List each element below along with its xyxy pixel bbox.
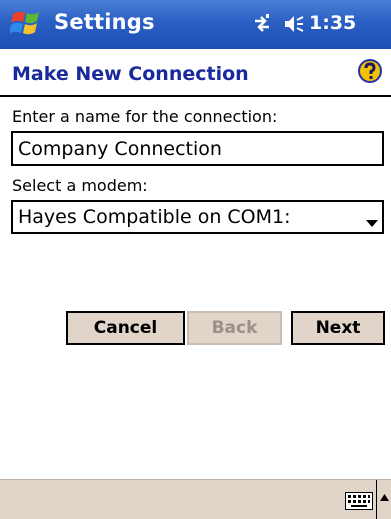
next-button[interactable]: Next — [291, 311, 385, 345]
back-button[interactable]: Back — [187, 311, 282, 345]
page-header: Make New Connection — [0, 49, 391, 97]
connectivity-icon[interactable] — [251, 12, 273, 36]
header-divider — [0, 95, 391, 97]
modem-select-value: Hayes Compatible on COM1: — [18, 206, 291, 228]
title-bar: Settings 1:35 — [0, 0, 391, 49]
volume-icon[interactable] — [283, 13, 305, 35]
modem-label: Select a modem: — [12, 176, 148, 195]
keyboard-icon[interactable] — [345, 492, 373, 510]
page-title: Make New Connection — [12, 63, 249, 85]
app-title: Settings — [54, 10, 155, 34]
input-panel-arrow-icon[interactable] — [376, 480, 391, 519]
start-menu-icon[interactable] — [9, 8, 44, 40]
connection-name-label: Enter a name for the connection: — [12, 107, 278, 126]
clock[interactable]: 1:35 — [309, 12, 356, 34]
connection-name-input[interactable] — [11, 131, 384, 166]
cancel-button[interactable]: Cancel — [66, 311, 185, 345]
command-bar — [0, 479, 391, 519]
modem-select[interactable]: Hayes Compatible on COM1: — [11, 200, 384, 234]
help-icon[interactable] — [356, 57, 384, 85]
chevron-down-icon[interactable] — [366, 213, 378, 227]
